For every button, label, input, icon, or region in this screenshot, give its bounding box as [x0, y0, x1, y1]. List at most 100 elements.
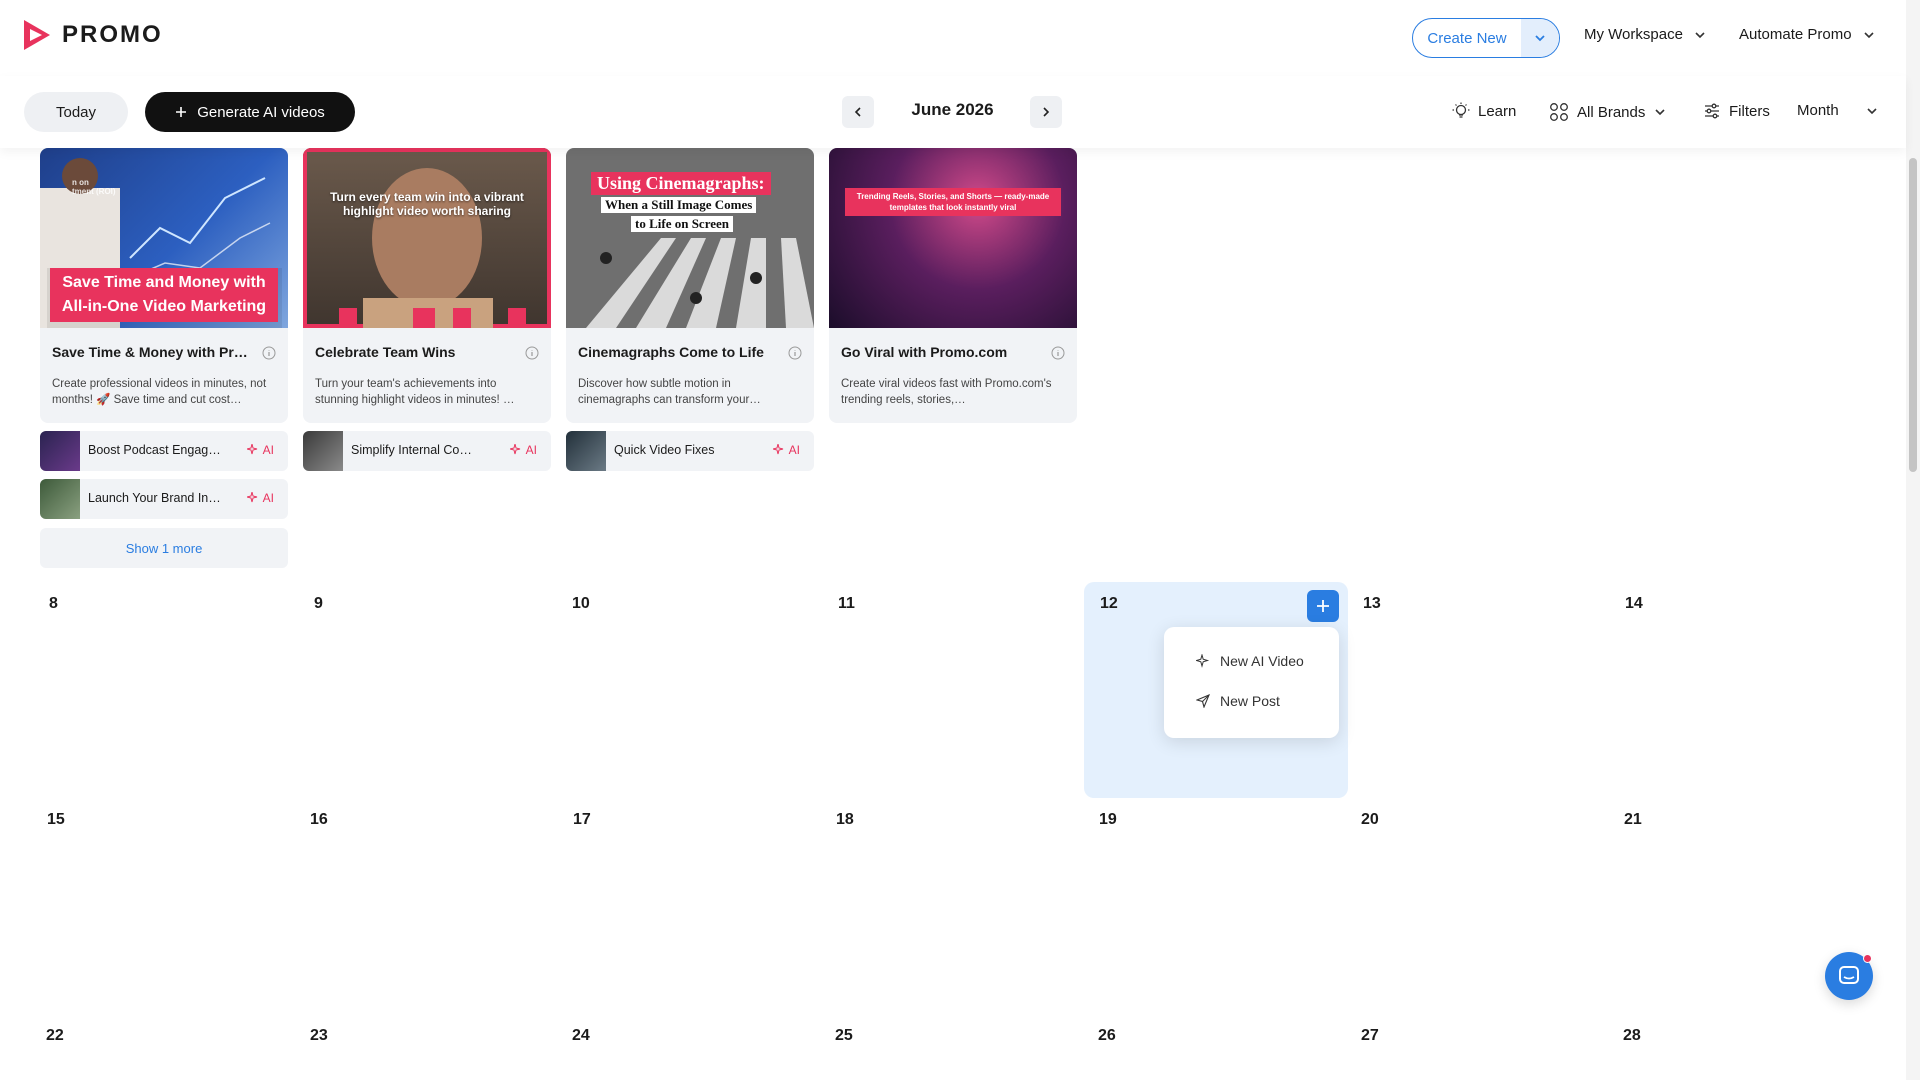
prev-month-button[interactable]: [842, 96, 874, 128]
day-number: 27: [1361, 1027, 1379, 1044]
plus-icon: [176, 107, 187, 117]
mini-title: Launch Your Brand In…: [88, 491, 221, 505]
info-icon[interactable]: [788, 346, 802, 360]
thumbnail-chart-label: n on tment (ROI): [72, 178, 116, 196]
post-card[interactable]: Trending Reels, Stories, and Shorts — re…: [829, 148, 1077, 423]
create-new-dropdown[interactable]: [1521, 19, 1559, 57]
workspace-menu[interactable]: My Workspace: [1584, 26, 1707, 43]
sparkle-icon: [1196, 654, 1210, 668]
chart-caption-line: tment (ROI): [72, 187, 116, 196]
day-number: 14: [1625, 595, 1643, 612]
info-icon[interactable]: [525, 346, 539, 360]
learn-button[interactable]: Learn: [1452, 102, 1516, 120]
generate-ai-videos-button[interactable]: Generate AI videos: [145, 92, 355, 132]
new-ai-video-menu-item[interactable]: New AI Video: [1196, 653, 1304, 669]
thumbnail-caption: Turn every team win into a vibrant highl…: [323, 190, 531, 218]
info-icon[interactable]: [1051, 346, 1065, 360]
promo-logo[interactable]: PROMO: [22, 18, 163, 52]
create-new-button[interactable]: Create New: [1412, 18, 1560, 58]
mini-title: Simplify Internal Co…: [351, 443, 472, 457]
card-title: Celebrate Team Wins: [315, 344, 456, 360]
day-number: 13: [1363, 595, 1381, 612]
day-number: 25: [835, 1027, 853, 1044]
sparkle-icon: [246, 444, 257, 455]
day-number: 20: [1361, 811, 1379, 828]
thumbnail-caption: Using Cinemagraphs:: [591, 172, 771, 195]
mini-thumbnail: [566, 431, 606, 471]
automate-menu[interactable]: Automate Promo: [1739, 26, 1876, 43]
next-month-button[interactable]: [1030, 96, 1062, 128]
grid-icon: [1550, 103, 1568, 121]
automate-label: Automate Promo: [1739, 26, 1852, 43]
post-thumbnail: Trending Reels, Stories, and Shorts — re…: [829, 148, 1077, 328]
day-number: 19: [1099, 811, 1117, 828]
new-post-label: New Post: [1220, 693, 1280, 709]
chevron-down-icon: [1535, 35, 1545, 42]
ai-badge: AI: [246, 443, 274, 457]
chevron-down-icon: [1863, 31, 1874, 38]
card-description: Create professional videos in minutes, n…: [52, 378, 267, 406]
post-thumbnail: n on tment (ROI) Save Time and Money with…: [40, 148, 288, 328]
day-number: 12: [1100, 595, 1118, 612]
card-description: Turn your team's achievements into stunn…: [315, 378, 515, 406]
day-number: 15: [47, 811, 65, 828]
info-icon[interactable]: [262, 346, 276, 360]
mini-title: Boost Podcast Engag…: [88, 443, 221, 457]
day-number: 8: [49, 595, 58, 612]
all-brands-dropdown[interactable]: All Brands: [1549, 102, 1667, 122]
day-number: 21: [1624, 811, 1642, 828]
show-more-button[interactable]: Show 1 more: [40, 528, 288, 568]
card-title: Save Time & Money with Pr…: [52, 344, 248, 360]
ai-badge: AI: [246, 491, 274, 505]
post-card[interactable]: Using Cinemagraphs: When a Still Image C…: [566, 148, 814, 423]
view-label: Month: [1797, 102, 1839, 119]
chat-icon: [1839, 966, 1859, 984]
filters-button[interactable]: Filters: [1703, 102, 1770, 120]
mini-thumbnail: [40, 431, 80, 471]
chevron-left-icon: [854, 107, 861, 117]
mini-post[interactable]: Quick Video Fixes AI: [566, 431, 814, 471]
create-new-label[interactable]: Create New: [1413, 19, 1521, 57]
new-post-menu-item[interactable]: New Post: [1196, 693, 1280, 709]
scrollbar-thumb[interactable]: [1909, 158, 1917, 472]
thumbnail-caption-line: highlight video worth sharing: [343, 204, 511, 218]
ai-badge: AI: [509, 443, 537, 457]
view-dropdown[interactable]: Month: [1797, 102, 1879, 119]
chevron-down-icon: [1695, 31, 1705, 38]
page-scrollbar[interactable]: [1906, 0, 1920, 1080]
card-title: Go Viral with Promo.com: [841, 344, 1008, 360]
plus-icon: [1317, 600, 1329, 612]
mini-post[interactable]: Simplify Internal Co… AI: [303, 431, 551, 471]
day-number: 9: [314, 595, 323, 612]
sparkle-icon: [509, 444, 520, 455]
mini-post[interactable]: Launch Your Brand In… AI: [40, 479, 288, 519]
thumbnail-caption: Trending Reels, Stories, and Shorts — re…: [845, 188, 1061, 216]
mini-post[interactable]: Boost Podcast Engag… AI: [40, 431, 288, 471]
workspace-label: My Workspace: [1584, 26, 1683, 43]
post-card[interactable]: n on tment (ROI) Save Time and Money with…: [40, 148, 288, 423]
calendar-toolbar: Today Generate AI videos June 2026 Learn…: [0, 76, 1906, 148]
card-title: Cinemagraphs Come to Life: [578, 344, 764, 360]
mini-thumbnail: [303, 431, 343, 471]
send-icon: [1196, 694, 1210, 708]
learn-label: Learn: [1478, 102, 1517, 120]
thumbnail-caption-line: Turn every team win into a vibrant: [330, 190, 524, 204]
ai-badge-label: AI: [262, 443, 274, 457]
new-ai-video-label: New AI Video: [1220, 653, 1304, 669]
add-to-day-button[interactable]: [1307, 590, 1339, 622]
mini-title: Quick Video Fixes: [614, 443, 715, 457]
generate-label: Generate AI videos: [197, 103, 325, 121]
thumbnail-caption: When a Still Image Comes: [601, 197, 757, 213]
card-description: Create viral videos fast with Promo.com'…: [841, 378, 1052, 406]
post-card[interactable]: Turn every team win into a vibrant highl…: [303, 148, 551, 423]
day-number: 22: [46, 1027, 64, 1044]
day-number: 11: [838, 595, 855, 612]
post-thumbnail: Turn every team win into a vibrant highl…: [303, 148, 551, 328]
thumbnail-caption-line: templates that look instantly viral: [889, 203, 1017, 212]
day-number: 18: [836, 811, 854, 828]
day-number: 17: [573, 811, 591, 828]
top-bar: PROMO Create New My Workspace Automate P…: [0, 0, 1920, 76]
today-button[interactable]: Today: [24, 92, 128, 132]
ai-badge: AI: [772, 443, 800, 457]
thumbnail-caption: Save Time and Money with All-in-One Vide…: [50, 268, 278, 322]
